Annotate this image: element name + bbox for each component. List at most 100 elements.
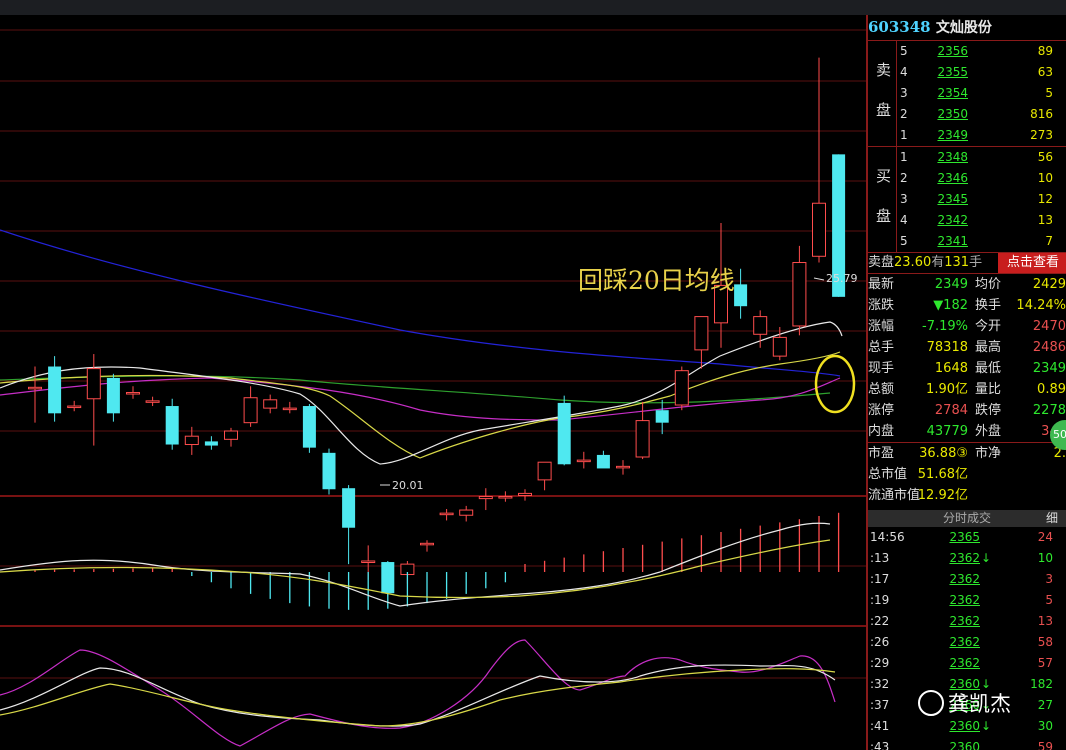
candle: [126, 392, 140, 395]
ticks-header: 分时成交 细: [868, 510, 1066, 527]
candle: [812, 202, 826, 257]
candle: [145, 400, 160, 403]
candle: [576, 459, 591, 463]
candle: [792, 262, 807, 327]
high-label: 25.79: [826, 272, 858, 285]
top-toolbar: [0, 0, 1066, 15]
ma-line-yellow: [0, 351, 841, 459]
candle: [772, 336, 787, 357]
candle: [342, 488, 356, 528]
view-details-button[interactable]: 点击查看: [998, 253, 1066, 273]
candle: [674, 370, 689, 406]
valuation-grid: 市盈 36.88③ 市净 2. 总市值 51.68亿 流通市值 12.92亿: [868, 442, 1066, 506]
candle: [420, 542, 434, 546]
candle: [616, 465, 630, 469]
bid-book: 买 盘 1 2348 56 2 2346 10 3 2345 12 4 2342…: [868, 146, 1066, 252]
stock-code: 603348: [868, 18, 931, 36]
candle: [106, 377, 120, 414]
ma-line-magenta: [0, 377, 841, 421]
candle: [224, 430, 238, 440]
wechat-icon: [918, 690, 944, 716]
bids-row[interactable]: 4 2342 13: [868, 210, 1066, 231]
kdj-j-line: [0, 639, 836, 747]
candle: [753, 316, 768, 335]
candle: [694, 316, 709, 351]
candle: [322, 452, 336, 490]
valuation-row: 市盈 36.88③ 市净 2.: [868, 446, 1066, 461]
tick-row[interactable]: :22 2362 13: [868, 611, 1066, 632]
quote-row: 涨跌 ▼182 换手 14.24%: [868, 298, 1066, 313]
ticks-detail-tab[interactable]: 细: [1046, 510, 1058, 527]
annotation-text: 回踩20日均线: [578, 266, 735, 295]
bids-row[interactable]: 1 2348 56: [868, 147, 1066, 168]
candle: [478, 496, 493, 500]
candle: [184, 435, 199, 446]
valuation-row: 总市值 51.68亿: [868, 467, 968, 482]
candle: [361, 560, 376, 563]
grid-lines: [0, 29, 866, 679]
macd-dea-line: [0, 539, 831, 599]
tick-row[interactable]: :19 2362 5: [868, 590, 1066, 611]
low-label: 20.01: [392, 479, 424, 492]
stock-header: 603348 文灿股份: [868, 15, 1066, 40]
candle: [655, 410, 669, 423]
candle: [734, 284, 748, 307]
candle: [596, 454, 610, 469]
ma-line-green: [0, 375, 831, 404]
candle: [282, 407, 297, 411]
sell-summary: 卖盘23.60有131手 点击查看: [868, 252, 1066, 273]
bids-row[interactable]: 5 2341 7: [868, 231, 1066, 252]
candle: [86, 368, 101, 400]
candle: [165, 406, 179, 445]
candle: [498, 496, 513, 499]
candlesticks: [28, 57, 846, 597]
quote-row: 内盘 43779 外盘 345: [868, 424, 1066, 439]
kline-chart[interactable]: 25.79 20.01 回踩20日均线: [0, 15, 866, 750]
valuation-row: 流通市值 12.92亿: [868, 488, 968, 503]
quote-row: 现手 1648 最低 2349: [868, 361, 1066, 376]
quote-panel: 603348 文灿股份 卖 盘 5 2356 89 4 2355 63 3 23…: [868, 15, 1066, 750]
ticks-title: 分时成交: [943, 511, 992, 525]
candle: [28, 386, 42, 390]
tick-row[interactable]: :41 2360 ↓ 30: [868, 716, 1066, 737]
bids-row[interactable]: 3 2345 12: [868, 189, 1066, 210]
candle: [557, 402, 571, 465]
bids-row[interactable]: 2 2346 10: [868, 168, 1066, 189]
candle: [635, 420, 650, 458]
asks-row[interactable]: 5 2356 89: [868, 41, 1066, 62]
candle: [243, 397, 258, 424]
asks-row[interactable]: 4 2355 63: [868, 62, 1066, 83]
kdj-k-line: [0, 664, 836, 727]
highlight-circle: [814, 354, 856, 414]
candle: [459, 509, 474, 516]
tick-row[interactable]: :43 2360 59: [868, 737, 1066, 750]
asks-row[interactable]: 1 2349 273: [868, 125, 1066, 146]
candle: [537, 461, 552, 481]
watermark: 龚凯杰: [948, 692, 1011, 716]
candle: [204, 441, 218, 446]
candle: [67, 405, 82, 409]
chart-canvas: 25.79 20.01: [0, 29, 866, 747]
tick-row[interactable]: :13 2362 ↓ 10: [868, 548, 1066, 569]
candle: [302, 406, 316, 448]
ask-book: 卖 盘 5 2356 89 4 2355 63 3 2354 5 2 2350 …: [868, 40, 1066, 146]
quote-grid: 最新 2349 均价 2429 涨跌 ▼182 换手 14.24% 涨幅 -7.…: [868, 273, 1066, 442]
quote-row: 最新 2349 均价 2429: [868, 277, 1066, 292]
candle: [518, 492, 532, 496]
quote-row: 涨幅 -7.19% 今开 2470: [868, 319, 1066, 334]
kdj-d-line: [0, 668, 836, 727]
candle: [48, 366, 62, 414]
tick-row[interactable]: 14:56 2365 24: [868, 527, 1066, 548]
quote-row: 总手 78318 最高 2486: [868, 340, 1066, 355]
quote-row: 涨停 2784 跌停 2278: [868, 403, 1066, 418]
tick-row[interactable]: :17 2362 3: [868, 569, 1066, 590]
candle: [263, 399, 278, 409]
tick-row[interactable]: :29 2362 57: [868, 653, 1066, 674]
quote-row: 总额 1.90亿 量比 0.89: [868, 382, 1066, 397]
asks-row[interactable]: 2 2350 816: [868, 104, 1066, 125]
candle: [439, 512, 454, 516]
high-arrow: [813, 277, 825, 281]
tick-row[interactable]: :26 2362 58: [868, 632, 1066, 653]
asks-row[interactable]: 3 2354 5: [868, 83, 1066, 104]
stock-name: 文灿股份: [935, 20, 992, 36]
